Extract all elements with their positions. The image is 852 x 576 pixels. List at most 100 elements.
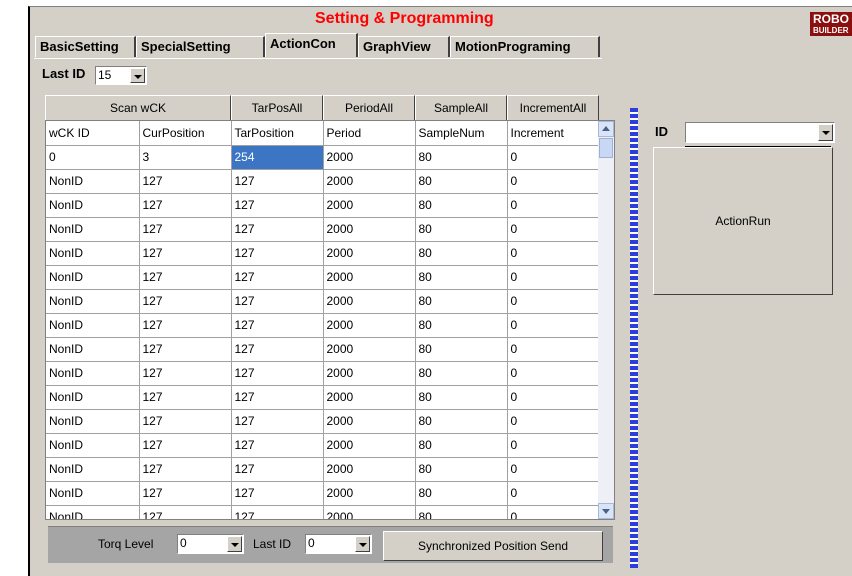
table-cell[interactable]: 0 xyxy=(507,385,600,410)
table-cell[interactable]: 127 xyxy=(139,217,232,242)
bottom-last-id-select[interactable]: 0 xyxy=(305,534,372,554)
table-cell[interactable]: 0 xyxy=(507,337,600,362)
table-row[interactable]: NonID 127 127 2000 80 0 xyxy=(46,217,600,242)
table-cell[interactable]: NonID xyxy=(46,289,140,314)
table-cell[interactable]: NonID xyxy=(46,361,140,386)
table-cell[interactable]: NonID xyxy=(46,265,140,290)
table-cell[interactable]: 0 xyxy=(46,145,140,170)
table-row[interactable]: NonID 127 127 2000 80 0 xyxy=(46,457,600,482)
table-row[interactable]: NonID 127 127 2000 80 0 xyxy=(46,385,600,410)
table-cell[interactable]: 0 xyxy=(507,241,600,266)
scroll-up-icon[interactable] xyxy=(598,121,614,137)
table-cell[interactable]: NonID xyxy=(46,505,140,519)
scroll-thumb[interactable] xyxy=(599,138,613,158)
table-cell[interactable]: 2000 xyxy=(323,337,416,362)
table-cell[interactable]: 2000 xyxy=(323,433,416,458)
tab-actioncon[interactable]: ActionCon xyxy=(265,33,358,57)
table-cell[interactable]: 127 xyxy=(231,385,324,410)
table-cell[interactable]: 2000 xyxy=(323,145,416,170)
table-cell[interactable]: 0 xyxy=(507,145,600,170)
table-row[interactable]: NonID 127 127 2000 80 0 xyxy=(46,433,600,458)
table-cell[interactable]: NonID xyxy=(46,409,140,434)
table-cell[interactable]: 0 xyxy=(507,481,600,506)
table-cell[interactable]: 127 xyxy=(231,169,324,194)
table-cell[interactable]: 80 xyxy=(415,169,508,194)
table-cell[interactable]: 127 xyxy=(139,265,232,290)
table-cell[interactable]: 127 xyxy=(139,505,232,519)
table-cell[interactable]: 127 xyxy=(139,337,232,362)
table-cell[interactable]: 80 xyxy=(415,289,508,314)
table-cell[interactable]: NonID xyxy=(46,385,140,410)
table-cell[interactable]: 127 xyxy=(139,481,232,506)
table-cell[interactable]: NonID xyxy=(46,337,140,362)
table-cell[interactable]: 127 xyxy=(139,169,232,194)
table-row[interactable]: NonID 127 127 2000 80 0 xyxy=(46,169,600,194)
table-cell[interactable]: 127 xyxy=(139,457,232,482)
table-cell[interactable]: 127 xyxy=(231,409,324,434)
table-cell[interactable]: 127 xyxy=(231,193,324,218)
table-cell[interactable]: 0 xyxy=(507,505,600,519)
table-cell[interactable]: 2000 xyxy=(323,193,416,218)
table-row[interactable]: NonID 127 127 2000 80 0 xyxy=(46,409,600,434)
table-row[interactable]: NonID 127 127 2000 80 0 xyxy=(46,337,600,362)
table-cell[interactable]: 127 xyxy=(231,481,324,506)
chevron-down-icon[interactable] xyxy=(355,536,370,552)
table-cell[interactable]: 127 xyxy=(231,361,324,386)
table-row[interactable]: NonID 127 127 2000 80 0 xyxy=(46,481,600,506)
table-cell[interactable]: 3 xyxy=(139,145,232,170)
table-cell[interactable]: 2000 xyxy=(323,313,416,338)
table-cell[interactable]: 254 xyxy=(231,145,324,170)
table-cell[interactable]: 0 xyxy=(507,169,600,194)
table-cell[interactable]: NonID xyxy=(46,193,140,218)
table-cell[interactable]: 2000 xyxy=(323,169,416,194)
periodall-button[interactable]: PeriodAll xyxy=(323,95,415,121)
id-select[interactable] xyxy=(685,122,835,143)
table-row[interactable]: NonID 127 127 2000 80 0 xyxy=(46,361,600,386)
tarposall-button[interactable]: TarPosAll xyxy=(231,95,323,121)
table-cell[interactable]: 2000 xyxy=(323,385,416,410)
torq-level-select[interactable]: 0 xyxy=(177,534,244,554)
table-cell[interactable]: 127 xyxy=(139,193,232,218)
table-row[interactable]: 0 3 254 2000 80 0 xyxy=(46,145,600,170)
table-cell[interactable]: NonID xyxy=(46,217,140,242)
table-cell[interactable]: 80 xyxy=(415,145,508,170)
table-cell[interactable]: 0 xyxy=(507,217,600,242)
table-cell[interactable]: 0 xyxy=(507,361,600,386)
table-cell[interactable]: 80 xyxy=(415,385,508,410)
table-cell[interactable]: 80 xyxy=(415,433,508,458)
table-cell[interactable]: 80 xyxy=(415,457,508,482)
table-cell[interactable]: 0 xyxy=(507,409,600,434)
chevron-down-icon[interactable] xyxy=(818,124,833,141)
table-cell[interactable]: NonID xyxy=(46,313,140,338)
table-cell[interactable]: 127 xyxy=(231,505,324,519)
table-cell[interactable]: NonID xyxy=(46,433,140,458)
table-cell[interactable]: 127 xyxy=(139,385,232,410)
table-cell[interactable]: 2000 xyxy=(323,265,416,290)
action-run-button[interactable]: ActionRun xyxy=(653,147,833,295)
table-cell[interactable]: 80 xyxy=(415,217,508,242)
table-cell[interactable]: 127 xyxy=(231,289,324,314)
table-cell[interactable]: 80 xyxy=(415,265,508,290)
table-cell[interactable]: 127 xyxy=(231,217,324,242)
table-cell[interactable]: 0 xyxy=(507,433,600,458)
table-cell[interactable]: 80 xyxy=(415,313,508,338)
table-cell[interactable]: 127 xyxy=(231,241,324,266)
table-cell[interactable]: 0 xyxy=(507,313,600,338)
last-id-select[interactable]: 15 xyxy=(95,66,147,85)
table-cell[interactable]: 2000 xyxy=(323,289,416,314)
table-cell[interactable]: 0 xyxy=(507,265,600,290)
table-cell[interactable]: 127 xyxy=(231,457,324,482)
table-cell[interactable]: 2000 xyxy=(323,481,416,506)
table-cell[interactable]: 2000 xyxy=(323,361,416,386)
table-cell[interactable]: 127 xyxy=(139,433,232,458)
table-cell[interactable]: 127 xyxy=(231,337,324,362)
table-scrollbar[interactable] xyxy=(598,121,614,519)
table-cell[interactable]: 80 xyxy=(415,505,508,519)
table-row[interactable]: NonID 127 127 2000 80 0 xyxy=(46,265,600,290)
chevron-down-icon[interactable] xyxy=(227,536,242,552)
table-cell[interactable]: 127 xyxy=(139,241,232,266)
table-cell[interactable]: 127 xyxy=(139,409,232,434)
incrementall-button[interactable]: IncrementAll xyxy=(507,95,599,121)
table-cell[interactable]: 80 xyxy=(415,193,508,218)
table-cell[interactable]: 2000 xyxy=(323,217,416,242)
